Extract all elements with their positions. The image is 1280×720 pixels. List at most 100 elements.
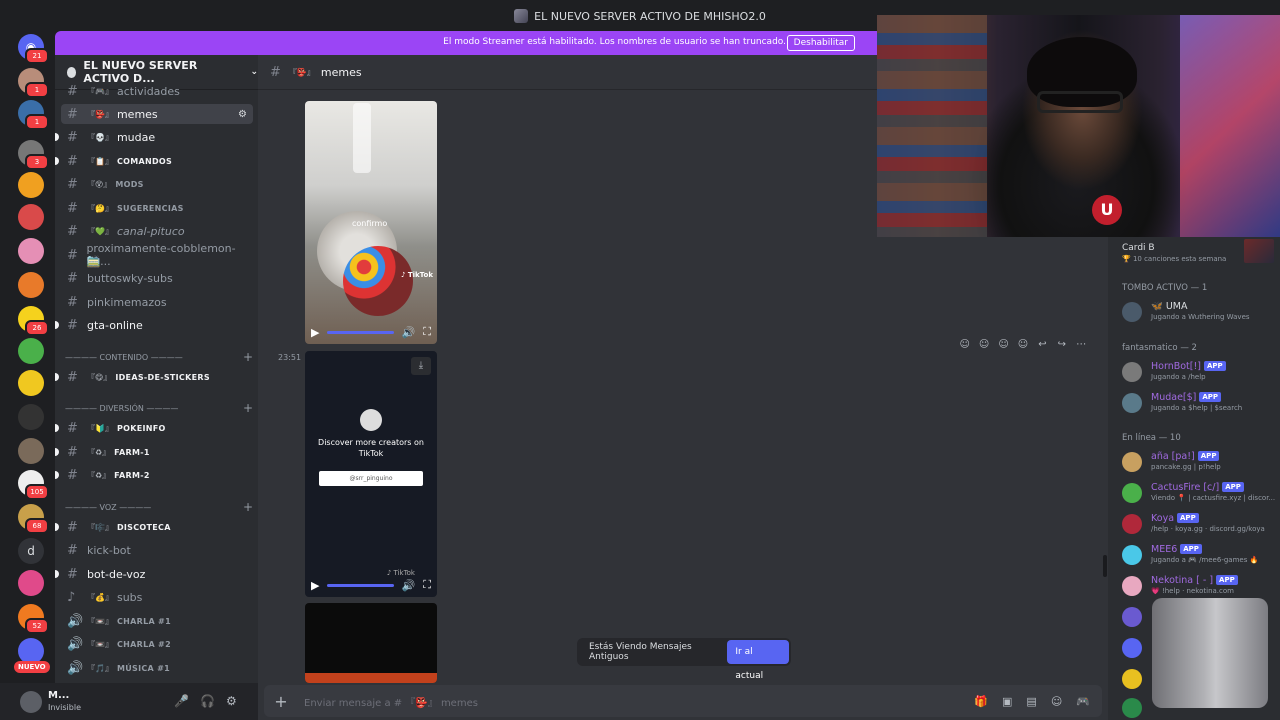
category-voz[interactable]: ———— VOZ ———— + <box>65 500 253 514</box>
member-item[interactable]: MEE6 APP Jugando a 🎮 /mee6-games 🔥 <box>1122 542 1280 568</box>
server-icon[interactable] <box>18 172 44 198</box>
channel-item[interactable]: # 『💚』 canal-pituco <box>61 221 253 241</box>
add-channel-icon[interactable]: + <box>243 500 253 514</box>
member-item[interactable]: Koya APP /help · koya.gg · discord.gg/koy… <box>1122 511 1280 537</box>
server-icon[interactable] <box>18 370 44 396</box>
fullscreen-icon[interactable]: ⛶ <box>423 325 431 339</box>
avatar <box>1122 607 1142 627</box>
category-contenido[interactable]: ———— CONTENIDO ———— + <box>65 350 253 364</box>
disable-streamer-button[interactable]: Deshabilitar <box>786 35 855 51</box>
avatar <box>1122 393 1142 413</box>
server-icon[interactable] <box>18 272 44 298</box>
channel-item[interactable]: # 『📋』 COMANDOS <box>55 151 253 171</box>
message-input[interactable]: Enviar mensaje a # 『👺』 memes <box>304 694 478 709</box>
old-messages-bar: Estás Viendo Mensajes Antiguos Ir al act… <box>577 638 791 681</box>
server-icon[interactable] <box>18 570 44 596</box>
gift-icon[interactable]: 🎁 <box>974 695 988 708</box>
server-icon[interactable]: 68 <box>18 504 49 534</box>
reaction-icon[interactable]: ☺ <box>977 339 990 350</box>
microphone-icon[interactable]: 🎤 <box>174 694 189 708</box>
channel-item[interactable]: # pinkimemazos <box>61 292 253 312</box>
play-icon[interactable]: ▶ <box>311 326 319 339</box>
channel-item[interactable]: # 『🔰』 POKEINFO <box>55 418 253 438</box>
play-icon[interactable]: ▶ <box>311 579 319 592</box>
video-attachment[interactable]: ⤓ Discover more creators on TikTok @srr_… <box>305 351 437 597</box>
volume-slider[interactable] <box>327 330 394 334</box>
server-icon[interactable]: 1 <box>18 68 49 98</box>
voice-channel-item[interactable]: 🔊 『📼』 CHARLA #1 <box>61 611 253 631</box>
channel-item[interactable]: # 『🤔』 SUGERENCIAS <box>61 198 253 218</box>
sticker-icon[interactable]: ▤ <box>1026 695 1036 708</box>
volume-icon[interactable]: 🔊 <box>402 326 416 339</box>
server-icon[interactable] <box>18 404 44 430</box>
channel-label: IDEAS-DE-STICKERS <box>115 372 210 382</box>
channel-emoji: 『👺』 <box>87 109 113 119</box>
avatar[interactable] <box>20 691 42 713</box>
server-rail: ◉ 21 1 1 3 26 105 68 d 52 NUEVO <box>0 32 62 720</box>
video-attachment[interactable] <box>305 603 437 683</box>
voice-channel-item[interactable]: 🔊 『📼』 CHARLA #2 <box>61 634 253 654</box>
volume-slider[interactable] <box>327 583 394 587</box>
channel-item[interactable]: # 『💀』 mudae <box>55 127 253 147</box>
gif-icon[interactable]: ▣ <box>1002 695 1012 708</box>
hash-icon: # <box>67 176 78 192</box>
member-item[interactable]: Nekotina [ - ] APP 💗 !help · nekotina.com <box>1122 573 1280 599</box>
channel-item[interactable]: # 『😋』 IDEAS-DE-STICKERS <box>55 367 253 387</box>
unread-dot <box>55 321 59 329</box>
channel-item[interactable]: # buttoswky-subs <box>61 268 253 288</box>
channel-item[interactable]: # 『🎼』 DISCOTECA <box>55 517 253 537</box>
reaction-icon[interactable]: ☺ <box>958 339 971 350</box>
reaction-icon[interactable]: ☺ <box>997 339 1010 350</box>
channel-item[interactable]: # 『😵』 MODS <box>61 174 253 194</box>
home-button[interactable]: ◉ 21 <box>18 34 49 64</box>
channel-item-active[interactable]: # 『👺』 memes ⚙ <box>61 104 253 124</box>
fullscreen-icon[interactable]: ⛶ <box>423 578 431 592</box>
activity-icon[interactable]: 🎮 <box>1076 695 1090 708</box>
member-item[interactable]: Mudae[$] APP Jugando a $help | $search <box>1122 390 1280 416</box>
attach-icon[interactable]: + <box>264 692 298 711</box>
server-icon[interactable] <box>18 238 44 264</box>
server-icon[interactable] <box>18 338 44 364</box>
more-icon[interactable]: ⋯ <box>1075 339 1088 350</box>
add-reaction-icon[interactable]: ☺ <box>1016 339 1029 350</box>
server-icon[interactable] <box>18 204 44 230</box>
channel-item[interactable]: # kick-bot <box>61 540 253 560</box>
reply-icon[interactable]: ↩ <box>1036 339 1049 350</box>
headphones-icon[interactable]: 🎧 <box>200 694 215 708</box>
member-item[interactable]: 🦋 UMA Jugando a Wuthering Waves <box>1122 299 1280 325</box>
add-channel-icon[interactable]: + <box>243 401 253 415</box>
server-icon[interactable]: 1 <box>18 100 49 130</box>
video-attachment[interactable]: confirmo ♪ TikTok ▶ 🔊 ⛶ <box>305 101 437 344</box>
forward-icon[interactable]: ↪ <box>1055 339 1068 350</box>
member-item[interactable]: CactusFire [c/] APP Viendo 📍 | cactusfire… <box>1122 480 1280 506</box>
server-icon[interactable]: 26 <box>18 306 49 336</box>
channel-item[interactable]: # 『♻』 FARM-2 <box>55 465 253 485</box>
channel-item[interactable]: # 『♻』 FARM-1 <box>55 442 253 462</box>
add-channel-icon[interactable]: + <box>243 350 253 364</box>
server-icon[interactable]: 105 <box>18 470 49 500</box>
server-icon[interactable]: d <box>18 538 44 564</box>
emoji-icon[interactable]: ☺ <box>1051 695 1062 708</box>
stream-overlay-cup <box>1152 598 1268 708</box>
channel-item[interactable]: # bot-de-voz <box>55 564 253 584</box>
channel-sidebar: EL NUEVO SERVER ACTIVO D... ⌄ # 『🎮』 activi… <box>55 55 258 683</box>
channel-item[interactable]: # gta-online <box>55 315 253 335</box>
channel-item[interactable]: # proximamente-cobblemon-🚞... <box>61 242 253 268</box>
server-icon[interactable]: 3 <box>18 140 49 170</box>
settings-icon[interactable]: ⚙ <box>238 109 247 120</box>
voice-channel-item[interactable]: 🔊 『🎵』 MÚSICA #1 <box>61 658 253 678</box>
scrollbar[interactable] <box>1103 555 1107 577</box>
volume-icon[interactable]: 🔊 <box>402 579 416 592</box>
gear-icon[interactable]: ⚙ <box>226 694 237 708</box>
member-item[interactable]: HornBot[!] APP Jugando a /help <box>1122 359 1280 385</box>
jump-to-present-button[interactable]: Ir al actual <box>727 640 789 681</box>
member-item[interactable]: aña [pa!] APP pancake.gg | p!help <box>1122 449 1280 475</box>
category-diversion[interactable]: ———— DIVERSIÓN ———— + <box>65 401 253 415</box>
server-icon[interactable] <box>18 438 44 464</box>
server-icon[interactable]: 52 <box>18 604 49 634</box>
channel-item[interactable]: # 『🎮』 actividades <box>61 81 253 101</box>
download-icon[interactable]: ⤓ <box>411 357 431 375</box>
hash-icon: # <box>67 223 78 239</box>
app-badge: APP <box>1216 575 1238 585</box>
channel-item[interactable]: ♪ 『💰』 subs <box>61 587 253 607</box>
